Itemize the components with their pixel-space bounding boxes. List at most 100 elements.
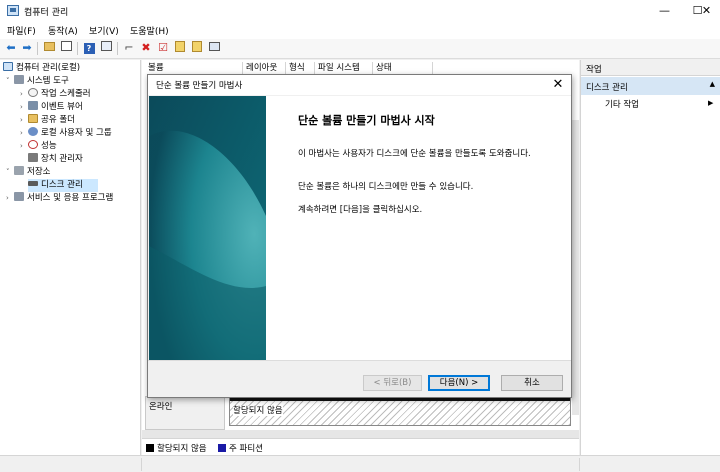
menu-view[interactable]: 보기(V) xyxy=(89,24,119,37)
tree-item-device-manager[interactable]: 장치 관리자 xyxy=(28,153,83,166)
back-arrow-icon[interactable]: ⬅ xyxy=(4,41,18,55)
chevron-down-icon[interactable]: ˅ xyxy=(6,166,14,179)
disk-icon xyxy=(28,181,38,186)
legend-label-unallocated: 할당되지 않음 xyxy=(157,444,207,454)
disk-label[interactable]: 온라인 xyxy=(145,396,225,430)
performance-icon xyxy=(28,140,38,149)
unallocated-region[interactable]: 할당되지 않음 xyxy=(229,396,571,426)
properties-icon[interactable] xyxy=(99,41,113,55)
tree-item-event-viewer[interactable]: › 이벤트 뷰어 xyxy=(20,101,83,114)
tree-item-storage[interactable]: ˅ 저장소 xyxy=(6,166,50,179)
menu-file[interactable]: 파일(F) xyxy=(7,24,36,37)
event-viewer-icon xyxy=(28,101,38,110)
vertical-scrollbar[interactable] xyxy=(572,120,579,415)
action-other[interactable]: 기타 작업 xyxy=(605,98,639,110)
banner-graphic xyxy=(149,96,266,360)
storage-icon xyxy=(14,166,24,175)
close-button[interactable]: ✕ xyxy=(690,0,720,22)
wizard-heading: 단순 볼륨 만들기 마법사 시작 xyxy=(298,114,435,127)
tree-label: 시스템 도구 xyxy=(27,76,69,86)
wizard-info-text: 단순 볼륨은 하나의 디스크에만 만들 수 있습니다. xyxy=(298,182,474,192)
computer-management-icon xyxy=(7,5,19,16)
tree-label: 성능 xyxy=(41,141,57,151)
import-icon[interactable] xyxy=(173,41,187,55)
tree-label: 서비스 및 응용 프로그램 xyxy=(27,193,114,203)
dialog-title: 단순 볼륨 만들기 마법사 xyxy=(148,75,571,95)
chevron-right-icon[interactable]: › xyxy=(20,101,28,114)
chevron-right-icon[interactable]: › xyxy=(20,127,28,140)
shared-folder-icon xyxy=(28,114,38,123)
show-hide-tree-icon[interactable] xyxy=(59,41,73,55)
connect-icon[interactable]: ⌐ xyxy=(122,41,136,55)
tree-label: 장치 관리자 xyxy=(41,154,83,164)
actions-section-disk-management[interactable]: 디스크 관리 ▲ xyxy=(581,77,720,95)
console-tree: 컴퓨터 관리(로컬) ˅ 시스템 도구 › 작업 스케줄러 › 이벤트 뷰어 › 공유 … xyxy=(0,60,141,455)
disk-status: 온라인 xyxy=(149,402,173,412)
settings-panel-icon[interactable] xyxy=(207,41,221,55)
status-divider xyxy=(141,458,142,471)
unallocated-label: 할당되지 않음 xyxy=(233,406,283,416)
up-folder-icon[interactable] xyxy=(42,41,56,55)
tree-item-root[interactable]: 컴퓨터 관리(로컬) xyxy=(3,62,80,75)
tree-item-shared-folders[interactable]: › 공유 폴더 xyxy=(20,114,75,127)
tree-item-system-tools[interactable]: ˅ 시스템 도구 xyxy=(6,75,69,88)
status-divider xyxy=(579,458,580,471)
tree-label: 작업 스케줄러 xyxy=(41,89,91,99)
wizard-continue-text: 계속하려면 [다음]을 클릭하십시오. xyxy=(298,205,423,215)
submenu-arrow-icon[interactable]: ▶ xyxy=(708,99,713,107)
wizard-intro-text: 이 마법사는 사용자가 디스크에 단순 볼륨을 만들도록 도와줍니다. xyxy=(298,149,531,159)
minimize-button[interactable]: — xyxy=(648,0,681,22)
tree-label: 이벤트 뷰어 xyxy=(41,102,83,112)
tree-item-local-users[interactable]: › 로컬 사용자 및 그룹 xyxy=(20,127,112,140)
actions-pane: 작업 디스크 관리 ▲ 기타 작업 ▶ xyxy=(580,60,720,455)
chevron-right-icon[interactable]: › xyxy=(20,114,28,127)
delete-icon[interactable]: ✖ xyxy=(139,41,153,55)
chevron-right-icon[interactable]: › xyxy=(20,88,28,101)
collapse-up-icon[interactable]: ▲ xyxy=(710,80,715,88)
chevron-right-icon[interactable]: › xyxy=(20,140,28,153)
legend-swatch-primary xyxy=(218,444,226,452)
menu-action[interactable]: 동작(A) xyxy=(48,24,78,37)
title-bar: 컴퓨터 관리 — ☐ xyxy=(0,0,720,22)
tree-item-disk-management[interactable]: 디스크 관리 xyxy=(28,179,98,192)
wizard-content: 단순 볼륨 만들기 마법사 시작 이 마법사는 사용자가 디스크에 단순 볼륨을… xyxy=(266,96,571,360)
menu-help[interactable]: 도움말(H) xyxy=(130,24,169,37)
tree-label: 디스크 관리 xyxy=(41,180,83,190)
toolbar-separator xyxy=(77,42,78,55)
dialog-close-button[interactable]: ✕ xyxy=(547,75,569,95)
window-title: 컴퓨터 관리 xyxy=(24,8,69,18)
new-simple-volume-wizard: 단순 볼륨 만들기 마법사 ✕ 단순 볼륨 만들기 마법사 시작 이 마법사는 … xyxy=(147,74,572,398)
cancel-button[interactable]: 취소 xyxy=(501,375,563,391)
wizard-footer: < 뒤로(B) 다음(N) > 취소 xyxy=(148,360,571,397)
legend: 할당되지 않음 주 파티션 xyxy=(142,438,579,455)
computer-icon xyxy=(3,62,13,71)
legend-label-primary: 주 파티션 xyxy=(229,444,263,454)
menu-bar: 파일(F) 동작(A) 보기(V) 도움말(H) xyxy=(0,22,720,39)
tools-icon xyxy=(14,75,24,84)
check-icon[interactable]: ☑ xyxy=(156,41,170,55)
toolbar: ⬅ ➡ ? ⌐ ✖ ☑ xyxy=(0,39,720,59)
back-button[interactable]: < 뒤로(B) xyxy=(363,375,422,391)
clock-icon xyxy=(28,88,38,97)
search-folder-icon[interactable] xyxy=(190,41,204,55)
tree-item-task-scheduler[interactable]: › 작업 스케줄러 xyxy=(20,88,91,101)
chevron-right-icon[interactable]: › xyxy=(6,192,14,205)
tree-label: 컴퓨터 관리(로컬) xyxy=(16,63,81,73)
chevron-down-icon[interactable]: ˅ xyxy=(6,75,14,88)
actions-header: 작업 xyxy=(581,60,720,76)
status-bar xyxy=(0,455,720,472)
tree-label: 저장소 xyxy=(27,167,51,177)
tree-label: 로컬 사용자 및 그룹 xyxy=(41,128,112,138)
next-button[interactable]: 다음(N) > xyxy=(428,375,490,391)
horizontal-scrollbar[interactable] xyxy=(142,430,579,438)
help-icon[interactable]: ? xyxy=(82,41,96,55)
tree-item-performance[interactable]: › 성능 xyxy=(20,140,57,153)
legend-swatch-unallocated xyxy=(146,444,154,452)
tree-label: 공유 폴더 xyxy=(41,115,75,125)
wizard-banner-image xyxy=(149,96,266,360)
forward-arrow-icon[interactable]: ➡ xyxy=(20,41,34,55)
users-icon xyxy=(28,127,38,136)
toolbar-separator xyxy=(37,42,38,55)
tree-item-services-apps[interactable]: › 서비스 및 응용 프로그램 xyxy=(6,192,113,205)
toolbar-separator xyxy=(117,42,118,55)
